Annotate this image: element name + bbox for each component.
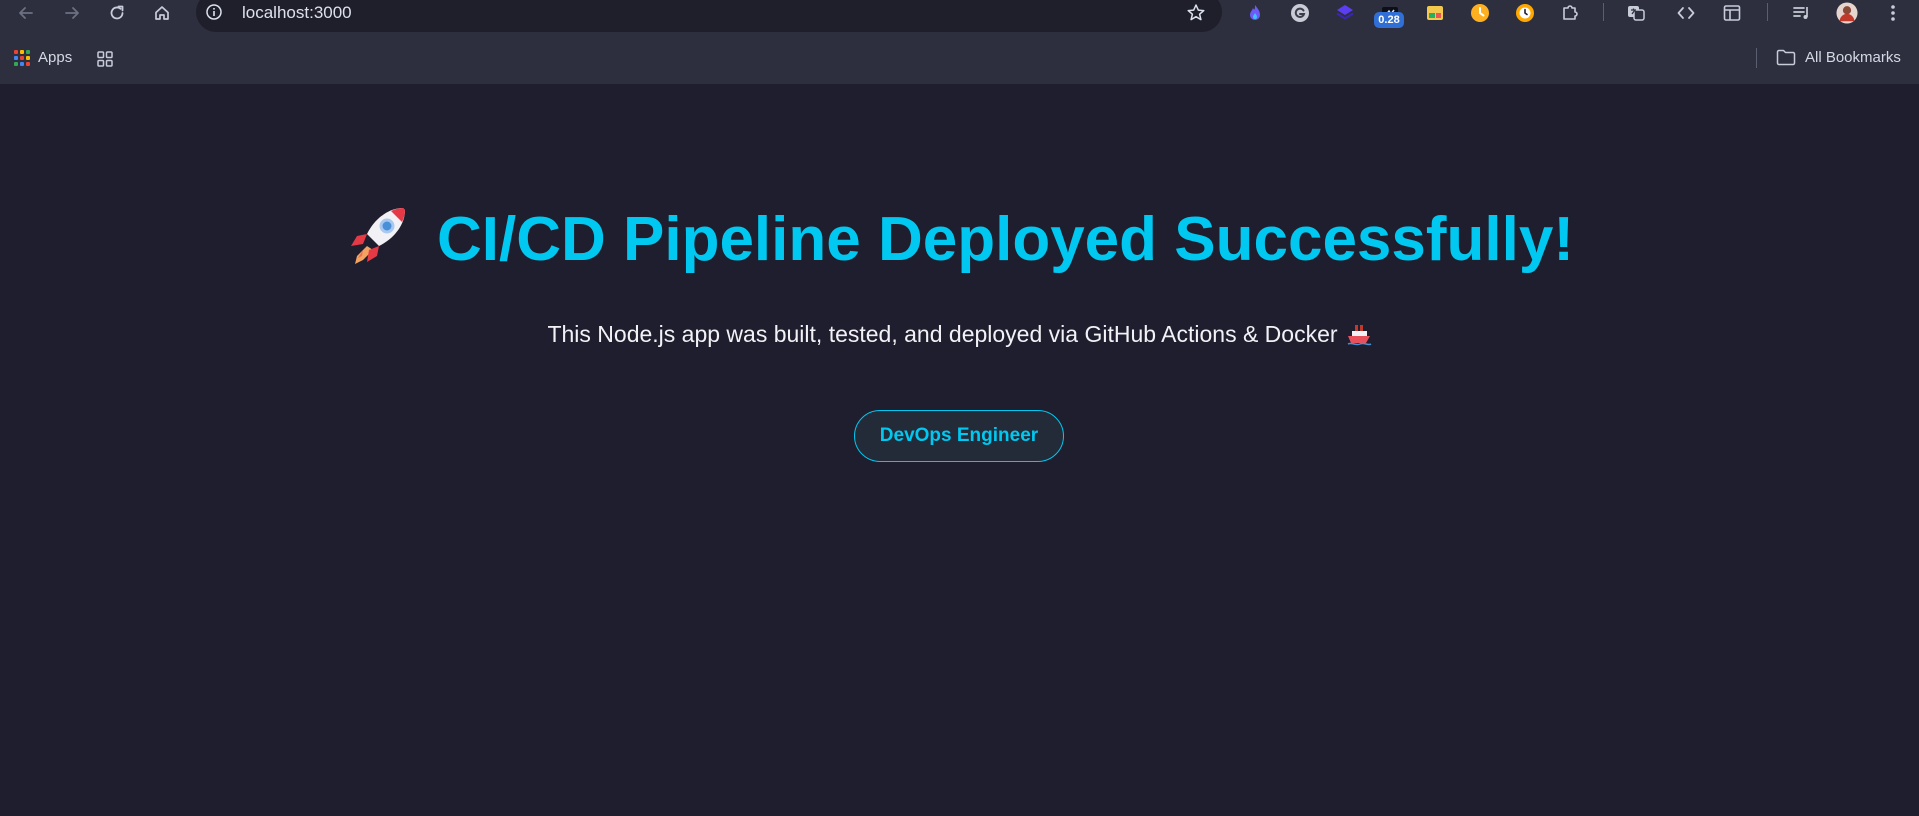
forward-arrow-icon xyxy=(65,7,79,19)
back-button[interactable] xyxy=(12,0,40,26)
puzzle-icon[interactable] xyxy=(1559,2,1581,24)
toolbar-divider xyxy=(1603,3,1604,21)
flame-icon[interactable] xyxy=(1244,2,1266,24)
all-bookmarks-button[interactable]: All Bookmarks xyxy=(1776,49,1901,66)
role-badge[interactable]: DevOps Engineer xyxy=(854,410,1064,462)
layout-icon[interactable] xyxy=(1721,2,1743,24)
reload-icon xyxy=(110,5,124,20)
rocket-icon xyxy=(351,208,405,264)
bookmarks-bar: Apps All Bookmarks xyxy=(0,44,1919,72)
url-text: localhost:3000 xyxy=(242,3,352,22)
home-button[interactable] xyxy=(148,0,176,26)
reload-button[interactable] xyxy=(103,0,131,26)
apps-grid-icon xyxy=(14,49,30,66)
folder-icon xyxy=(1776,49,1796,66)
translate-icon[interactable] xyxy=(1625,2,1647,24)
playlist-icon[interactable] xyxy=(1791,2,1813,24)
grammar-icon[interactable] xyxy=(1289,2,1311,24)
forward-button[interactable] xyxy=(58,0,86,26)
all-bookmarks-label: All Bookmarks xyxy=(1805,49,1901,66)
toolbar-divider-2 xyxy=(1767,3,1768,21)
subtitle-text: This Node.js app was built, tested, and … xyxy=(547,321,1338,347)
bookmark-star-icon[interactable] xyxy=(1186,3,1206,23)
apps-shortcut[interactable]: Apps xyxy=(14,49,72,66)
site-info-icon[interactable] xyxy=(206,4,222,20)
page-heading: CI/CD Pipeline Deployed Successfully! xyxy=(0,202,1919,277)
browser-chrome: localhost:3000 0.28 Apps All Bookmarks xyxy=(0,0,1919,84)
extension-badge: 0.28 xyxy=(1374,12,1404,28)
timer-icon[interactable] xyxy=(1514,2,1536,24)
bookmarks-divider xyxy=(1756,48,1757,68)
browser-toolbar: localhost:3000 0.28 xyxy=(0,0,1919,32)
code-icon[interactable] xyxy=(1675,2,1697,24)
menu-icon[interactable] xyxy=(1882,2,1904,24)
sheets-icon[interactable] xyxy=(1424,2,1446,24)
tab-groups-icon[interactable] xyxy=(96,50,114,68)
ship-icon xyxy=(1347,325,1371,346)
page-title: CI/CD Pipeline Deployed Successfully! xyxy=(437,205,1574,274)
apps-label: Apps xyxy=(38,49,73,66)
back-arrow-icon xyxy=(19,7,33,19)
address-bar[interactable]: localhost:3000 xyxy=(196,0,1222,32)
page-subtitle: This Node.js app was built, tested, and … xyxy=(0,320,1919,348)
avatar[interactable] xyxy=(1836,2,1858,24)
layers-icon[interactable] xyxy=(1334,2,1356,24)
clock-icon[interactable] xyxy=(1469,2,1491,24)
home-icon xyxy=(155,6,169,20)
page-content: CI/CD Pipeline Deployed Successfully! Th… xyxy=(0,84,1919,816)
